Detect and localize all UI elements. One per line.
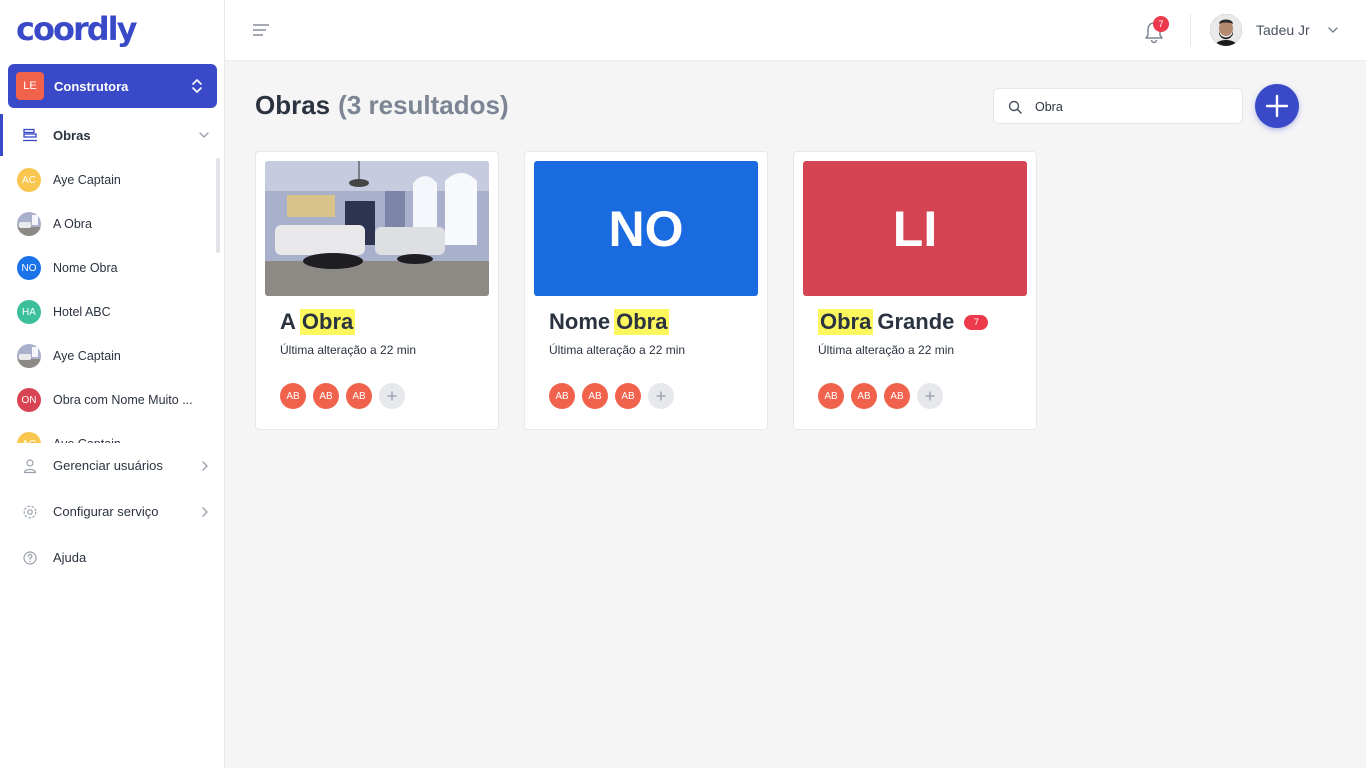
obra-thumbnail: NO: [534, 161, 758, 296]
obra-thumbnail: LI: [803, 161, 1027, 296]
chevron-up-down-icon: [192, 79, 202, 93]
organization-switcher[interactable]: LE Construtora: [8, 64, 217, 108]
obra-card[interactable]: LI Obra Grande 7 Última alteração a 22 min AB…: [793, 151, 1037, 430]
project-photo: [17, 344, 41, 368]
org-avatar: LE: [16, 72, 44, 100]
page-title: Obras (3 resultados): [255, 90, 509, 121]
project-avatar: [17, 212, 41, 236]
member-avatar[interactable]: AB: [884, 383, 910, 409]
obra-card[interactable]: A Obra Última alteração a 22 min AB AB AB: [255, 151, 499, 430]
member-avatar[interactable]: AB: [851, 383, 877, 409]
sidebar-project-item[interactable]: A Obra: [0, 202, 214, 246]
search-box: [993, 88, 1243, 124]
search-highlight: Obra: [818, 309, 874, 335]
search-highlight: Obra: [299, 309, 356, 335]
active-indicator: [0, 114, 3, 156]
add-obra-button[interactable]: [1255, 84, 1299, 128]
plus-icon: [387, 391, 397, 401]
scrollbar-thumb[interactable]: [216, 158, 220, 253]
sidebar-item-configure-service[interactable]: Configurar serviço: [0, 492, 224, 532]
sidebar-project-item[interactable]: ON Obra com Nome Muito ...: [0, 378, 214, 422]
page-title-text: Obras: [255, 90, 331, 120]
member-avatar[interactable]: AB: [818, 383, 844, 409]
project-label: Obra com Nome Muito ...: [53, 393, 193, 407]
last-modified: Última alteração a 22 min: [549, 343, 686, 357]
notification-badge: 7: [1153, 16, 1169, 32]
last-modified: Última alteração a 22 min: [280, 343, 417, 357]
project-avatar: AC: [17, 432, 41, 443]
member-avatar[interactable]: AB: [313, 383, 339, 409]
room-photo: [265, 161, 489, 296]
sidebar-project-item[interactable]: NO Nome Obra: [0, 246, 214, 290]
gear-icon: [23, 505, 37, 519]
sidebar-project-item[interactable]: AC Aye Captain: [0, 158, 214, 202]
chevron-right-icon: [202, 461, 208, 471]
search-input[interactable]: [1035, 97, 1230, 117]
search-icon: [1008, 100, 1022, 114]
chevron-right-icon: [202, 507, 208, 517]
project-avatar: ON: [17, 388, 41, 412]
obra-title: Obra Grande 7: [818, 309, 989, 335]
plus-icon: [925, 391, 935, 401]
add-member-button[interactable]: [379, 383, 405, 409]
project-label: Nome Obra: [53, 261, 118, 275]
project-label: Aye Captain: [53, 173, 121, 187]
title-text: A: [280, 309, 296, 334]
sidebar-item-manage-users[interactable]: Gerenciar usuários: [0, 446, 224, 486]
search-highlight: Obra: [614, 309, 670, 335]
sidebar-item-help[interactable]: Ajuda: [0, 538, 224, 578]
project-avatar: NO: [17, 256, 41, 280]
plus-icon: [1265, 94, 1289, 118]
plus-icon: [656, 391, 666, 401]
member-avatar[interactable]: AB: [346, 383, 372, 409]
obra-card[interactable]: NO Nome Obra Última alteração a 22 min AB AB A…: [524, 151, 768, 430]
org-name: Construtora: [54, 78, 129, 94]
sidebar-item-label: Obras: [53, 128, 91, 143]
sidebar-project-item[interactable]: Aye Captain: [0, 334, 214, 378]
member-avatar[interactable]: AB: [615, 383, 641, 409]
notification-badge: 7: [964, 314, 989, 330]
project-avatar: AC: [17, 168, 41, 192]
project-avatar: [17, 344, 41, 368]
obra-title: Nome Obra: [549, 309, 670, 335]
project-photo: [17, 212, 41, 236]
chevron-down-icon: [199, 132, 209, 138]
obra-title: A Obra: [280, 309, 356, 335]
sidebar-link-label: Ajuda: [53, 550, 87, 565]
member-avatar[interactable]: AB: [582, 383, 608, 409]
project-label: Hotel ABC: [53, 305, 111, 319]
add-member-button[interactable]: [648, 383, 674, 409]
user-icon: [23, 459, 37, 474]
member-avatar[interactable]: AB: [280, 383, 306, 409]
project-label: Aye Captain: [53, 349, 121, 363]
user-photo: [1210, 14, 1242, 46]
menu-icon[interactable]: [253, 23, 269, 37]
sidebar-item-obras[interactable]: Obras: [0, 114, 224, 156]
project-avatar: HA: [17, 300, 41, 324]
chevron-down-icon[interactable]: [1327, 25, 1339, 35]
result-count: (3 resultados): [338, 90, 509, 120]
user-name[interactable]: Tadeu Jr: [1256, 22, 1310, 38]
top-bar: 7 Tadeu Jr: [225, 0, 1366, 61]
add-member-button[interactable]: [917, 383, 943, 409]
app-logo[interactable]: coordly: [16, 10, 137, 48]
user-avatar[interactable]: [1210, 14, 1242, 46]
project-label: Aye Captain: [53, 437, 121, 443]
sidebar-link-label: Gerenciar usuários: [53, 458, 163, 473]
project-list[interactable]: AC Aye Captain A Obra NO Nome Obra HA Hotel A…: [0, 158, 224, 443]
last-modified: Última alteração a 22 min: [818, 343, 955, 357]
title-text: Nome: [549, 309, 611, 334]
obra-thumbnail: [265, 161, 489, 296]
buildings-icon: [23, 128, 37, 142]
title-text: Grande: [877, 309, 955, 334]
sidebar-project-item[interactable]: AC Aye Captain: [0, 422, 214, 443]
sidebar-link-label: Configurar serviço: [53, 504, 159, 519]
sidebar: coordly LE Construtora Obras AC Aye Capta…: [0, 0, 225, 768]
project-label: A Obra: [53, 217, 92, 231]
sidebar-project-item[interactable]: HA Hotel ABC: [0, 290, 214, 334]
header-divider: [1190, 14, 1191, 46]
member-avatar[interactable]: AB: [549, 383, 575, 409]
help-icon: [23, 551, 37, 565]
